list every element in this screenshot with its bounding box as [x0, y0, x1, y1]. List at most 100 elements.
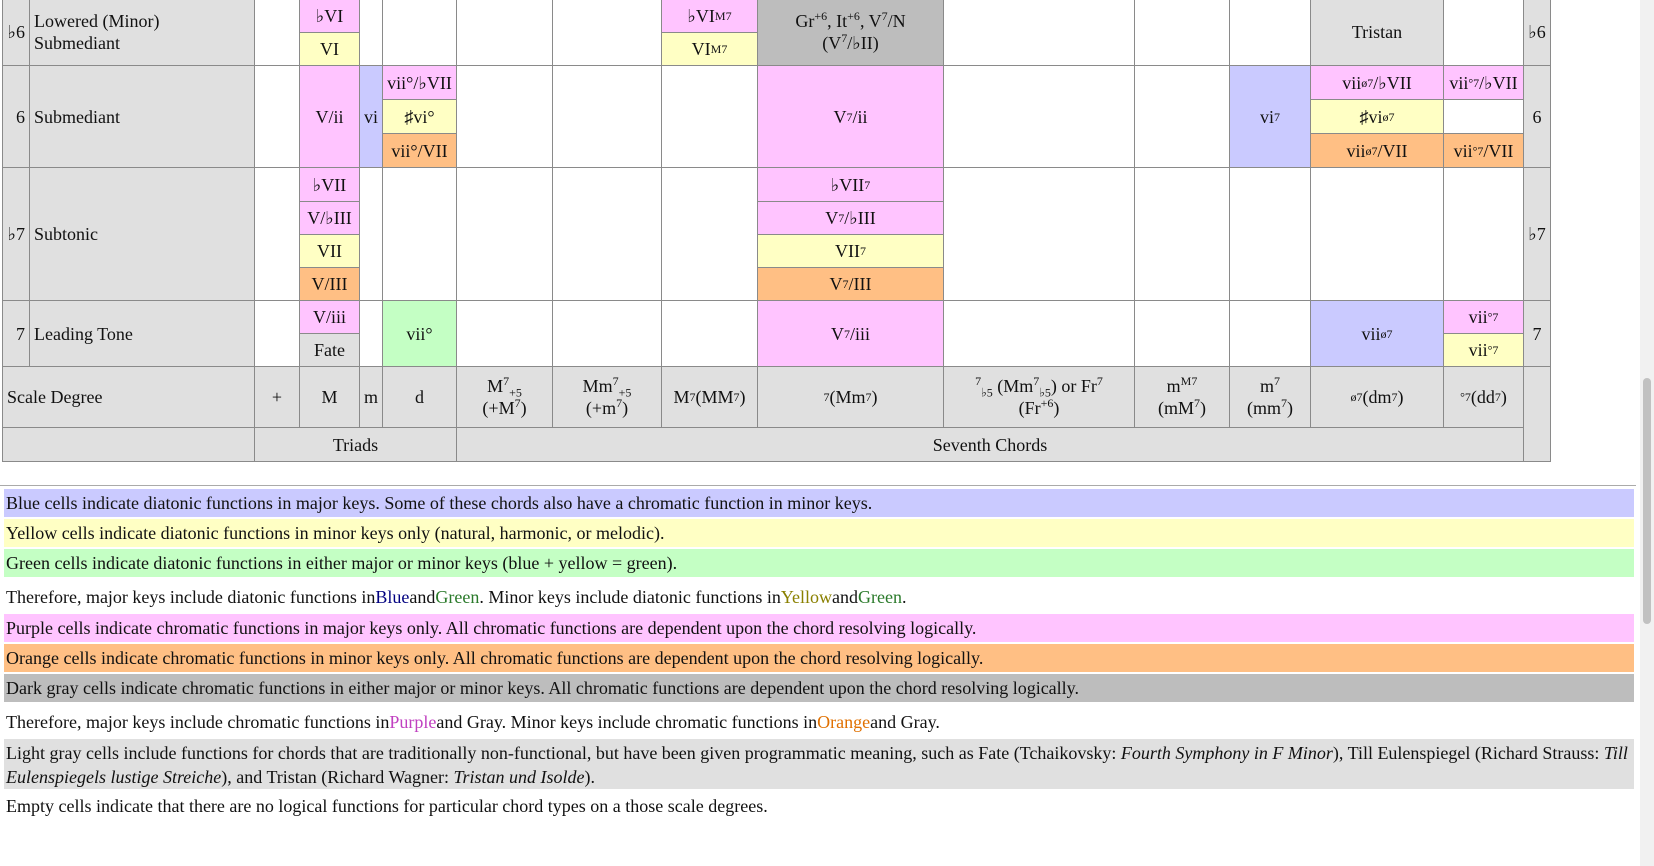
seventh-chords-header: Seventh Chords — [456, 427, 1524, 462]
scrollbar-thumb[interactable] — [1643, 378, 1651, 624]
empty-cell — [1134, 167, 1230, 301]
chord-cell: vii° — [382, 300, 457, 367]
degree-cell: 7 — [2, 300, 30, 367]
empty-cell — [661, 167, 758, 301]
chord-cell: ♭VI M7 — [661, 0, 758, 33]
chord-cell: vii°/♭VII — [382, 65, 457, 100]
header-dominant-seventh: 7 (Mm 7) — [757, 366, 944, 428]
chord-cell: vi — [359, 65, 383, 168]
chord-cell: V 7/ii — [757, 65, 944, 168]
header-aug-major-seventh: M7+5 (+M7) — [456, 366, 553, 428]
empty-cell — [943, 167, 1135, 301]
chord-cell: VI — [299, 32, 360, 66]
empty-cell — [943, 65, 1135, 168]
chord-function-table: ♭6 Lowered (Minor) Submediant ♭VI VI ♭VI… — [0, 0, 1654, 866]
divider — [0, 485, 1636, 486]
empty-cell — [359, 0, 383, 66]
empty-cell — [943, 0, 1135, 66]
chord-cell: V 7/iii — [757, 300, 944, 367]
footer-empty — [2, 427, 255, 462]
scale-degree-header: Scale Degree — [2, 366, 255, 428]
header-french-sixth: 7♭5 (Mm7♭5) or Fr7 (Fr+6) — [943, 366, 1135, 428]
legend-purple: Purple cells indicate chromatic function… — [4, 614, 1634, 642]
chord-cell: vii ø7/♭VII — [1310, 65, 1444, 100]
legend-therefore-diatonic: Therefore, major keys include diatonic f… — [6, 587, 907, 607]
header-minor-major-seventh: mM7 (mM7) — [1134, 366, 1230, 428]
empty-cell — [552, 167, 662, 301]
empty-cell — [456, 0, 553, 66]
chord-cell: vii °7/♭VII — [1443, 65, 1524, 100]
triads-header: Triads — [254, 427, 457, 462]
empty-cell — [661, 65, 758, 168]
empty-cell — [1310, 167, 1444, 301]
degree-name-cell: Leading Tone — [29, 300, 255, 367]
empty-cell — [254, 0, 300, 66]
legend-therefore-chromatic: Therefore, major keys include chromatic … — [6, 712, 940, 732]
empty-cell — [382, 167, 457, 301]
empty-cell — [552, 300, 662, 367]
chord-cell: vii °7 — [1443, 300, 1524, 334]
empty-cell — [1229, 167, 1311, 301]
chord-cell: vii°/VII — [382, 133, 457, 168]
empty-cell — [1443, 0, 1524, 66]
header-dim: d — [382, 366, 457, 428]
legend-orange: Orange cells indicate chromatic function… — [4, 644, 1634, 672]
degree-cell-right: ♭7 — [1523, 167, 1551, 301]
chord-cell: vii °7 — [1443, 333, 1524, 367]
empty-cell — [661, 300, 758, 367]
chord-cell: ♯vi ø7 — [1310, 99, 1444, 134]
empty-cell — [456, 65, 553, 168]
empty-cell — [254, 300, 300, 367]
empty-cell — [1229, 0, 1311, 66]
degree-cell-right: 6 — [1523, 65, 1551, 168]
degree-cell: ♭6 — [2, 0, 30, 66]
chord-cell: ♭VI — [299, 0, 360, 33]
degree-cell: ♭7 — [2, 167, 30, 301]
header-half-diminished: ø7 (dm 7) — [1310, 366, 1444, 428]
empty-cell — [943, 300, 1135, 367]
legend-lightgray: Light gray cells include functions for c… — [4, 739, 1634, 789]
empty-cell — [552, 0, 662, 66]
degree-name-line2: Submediant — [34, 33, 120, 53]
chord-cell: VII 7 — [757, 234, 944, 268]
degree-cell-right: ♭6 — [1523, 0, 1551, 66]
empty-cell — [552, 65, 662, 168]
chord-cell: V 7/♭III — [757, 201, 944, 235]
empty-cell — [359, 300, 383, 367]
empty-cell — [1443, 99, 1524, 134]
corner-cell — [1523, 366, 1551, 462]
chord-cell: vi 7 — [1229, 65, 1311, 168]
empty-cell — [456, 300, 553, 367]
chord-cell-tristan: Tristan — [1310, 0, 1444, 66]
chord-cell: V 7/III — [757, 267, 944, 301]
legend-empty: Empty cells indicate that there are no l… — [6, 796, 768, 816]
chord-cell: V/iii — [299, 300, 360, 334]
chord-cell: vii °7/VII — [1443, 133, 1524, 168]
empty-cell — [1134, 0, 1230, 66]
empty-cell — [456, 167, 553, 301]
degree-name-line1: Lowered (Minor) — [34, 11, 160, 31]
legend-blue: Blue cells indicate diatonic functions i… — [4, 489, 1634, 517]
empty-cell — [254, 167, 300, 301]
empty-cell — [1229, 300, 1311, 367]
chord-cell: V/♭III — [299, 201, 360, 235]
chord-cell: ♭VII — [299, 167, 360, 202]
chord-cell: VI M7 — [661, 32, 758, 66]
header-aug-minor-seventh: Mm7+5 (+m7) — [552, 366, 662, 428]
header-minor-seventh: m7 (mm7) — [1229, 366, 1311, 428]
header-aug: + — [254, 366, 300, 428]
degree-cell: 6 — [2, 65, 30, 168]
empty-cell — [359, 167, 383, 301]
empty-cell — [254, 65, 300, 168]
degree-name-cell: Submediant — [29, 65, 255, 168]
legend-green: Green cells indicate diatonic functions … — [4, 549, 1634, 577]
chord-cell: ♯vi° — [382, 99, 457, 134]
chord-cell: vii ø7 — [1310, 300, 1444, 367]
empty-cell — [382, 0, 457, 66]
empty-cell — [1443, 167, 1524, 301]
empty-cell — [1134, 65, 1230, 168]
chord-cell: vii ø7/VII — [1310, 133, 1444, 168]
chord-cell-augmented-sixth: Gr+6, It+6, V7/N (V7/♭II) — [757, 0, 944, 66]
degree-cell-right: 7 — [1523, 300, 1551, 367]
header-major: M — [299, 366, 360, 428]
